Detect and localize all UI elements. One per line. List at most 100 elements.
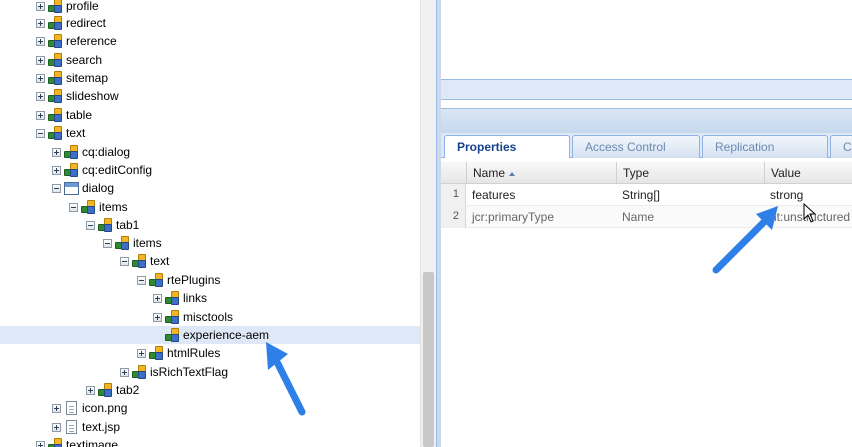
tree-node[interactable]: experience-aem (0, 326, 420, 344)
collapse-icon[interactable] (52, 183, 61, 193)
tree-node-label: text (150, 254, 170, 268)
tree-node-label: text (66, 126, 86, 140)
tree-node[interactable]: profile (36, 0, 99, 15)
expand-icon[interactable] (36, 91, 45, 101)
tree-node[interactable]: items (103, 234, 162, 252)
collapse-icon[interactable] (120, 256, 129, 266)
tree-node[interactable]: tab2 (86, 381, 139, 399)
expand-icon[interactable] (153, 293, 162, 303)
expand-icon[interactable] (36, 55, 45, 65)
tree-node[interactable]: slideshow (36, 87, 119, 105)
tree-node[interactable]: tab1 (86, 216, 139, 234)
tree-node-label: cq:editConfig (82, 163, 153, 177)
expand-icon[interactable] (36, 36, 45, 46)
tree-node[interactable]: misctools (153, 308, 233, 326)
node-icon (48, 438, 63, 447)
column-header-type[interactable]: Type (616, 162, 764, 184)
tree-node[interactable]: search (36, 51, 102, 69)
column-header-name[interactable]: Name (466, 162, 616, 184)
tree-scrollbar-thumb[interactable] (423, 272, 434, 447)
tree-node[interactable]: links (153, 289, 207, 307)
tree-node[interactable]: text (36, 124, 85, 142)
tree-node[interactable]: isRichTextFlag (120, 363, 228, 381)
tree-node-label: search (66, 53, 103, 67)
node-icon (64, 145, 79, 159)
node-icon (98, 218, 113, 232)
node-icon (48, 108, 63, 122)
expand-icon[interactable] (153, 312, 162, 322)
expand-icon[interactable] (86, 385, 95, 395)
expand-icon[interactable] (52, 422, 61, 432)
tree-node[interactable]: redirect (36, 14, 106, 32)
tree-node[interactable]: text (120, 252, 169, 270)
tree-node-label: table (66, 108, 93, 122)
node-icon (132, 365, 147, 379)
tab-more[interactable]: Co (830, 135, 852, 158)
node-icon (165, 310, 180, 324)
table-row[interactable]: 1 features String[] strong (441, 184, 852, 206)
repository-tree: profile redirect reference search sitemap sli… (0, 0, 436, 447)
collapse-icon[interactable] (86, 220, 95, 230)
expand-icon[interactable] (36, 110, 45, 120)
tree-node[interactable]: cq:editConfig (52, 161, 152, 179)
tree-node[interactable]: textimage (36, 436, 118, 447)
tree-scrollbar[interactable] (420, 0, 436, 447)
tree-node[interactable]: reference (36, 32, 117, 50)
properties-panel-header[interactable] (441, 108, 852, 133)
properties-tab-strip: Properties Access Control Replication Co (441, 133, 852, 159)
tree-node[interactable]: cq:dialog (52, 143, 130, 161)
collapse-icon[interactable] (69, 202, 78, 212)
expand-icon[interactable] (52, 147, 61, 157)
tree-node[interactable]: table (36, 106, 92, 124)
property-type-cell[interactable]: String[] (616, 184, 764, 206)
column-header-name-label: Name (473, 166, 506, 180)
property-value-cell[interactable]: strong (764, 184, 852, 206)
tab-replication[interactable]: Replication (702, 135, 828, 158)
tree-node-label: experience-aem (183, 328, 270, 342)
tree-node-label: slideshow (66, 89, 119, 103)
tree-node-label: tab1 (116, 218, 140, 232)
tab-properties[interactable]: Properties (444, 135, 570, 159)
expand-icon[interactable] (120, 367, 129, 377)
expand-icon[interactable] (36, 440, 45, 447)
expand-icon[interactable] (52, 165, 61, 175)
expand-icon[interactable] (36, 18, 45, 28)
table-row[interactable]: 2 jcr:primaryType Name nt:unstructured (441, 206, 852, 228)
node-icon (98, 383, 113, 397)
tree-node-label: rtePlugins (167, 273, 221, 287)
collapse-icon[interactable] (103, 238, 112, 248)
tree-node[interactable]: rtePlugins (137, 271, 220, 289)
expand-icon[interactable] (137, 348, 146, 358)
tree-node-label: links (183, 291, 208, 305)
tree-node-label: cq:dialog (82, 145, 131, 159)
tree-node-label: dialog (82, 181, 115, 195)
row-number: 1 (441, 184, 466, 206)
file-icon (66, 401, 77, 415)
panel-gap (441, 100, 852, 108)
expand-icon[interactable] (36, 1, 45, 11)
property-name-cell[interactable]: jcr:primaryType (466, 206, 616, 228)
dialog-icon (64, 181, 79, 195)
column-header-value[interactable]: Value (764, 162, 852, 184)
tree-node[interactable]: sitemap (36, 69, 108, 87)
tree-node[interactable]: items (69, 198, 128, 216)
node-icon (149, 273, 164, 287)
expand-icon[interactable] (36, 73, 45, 83)
tree-node[interactable]: icon.png (52, 399, 127, 417)
expand-icon[interactable] (52, 403, 61, 413)
node-icon (48, 0, 63, 13)
collapse-icon[interactable] (137, 275, 146, 285)
collapse-icon[interactable] (36, 128, 45, 138)
tree-node[interactable]: htmlRules (137, 344, 220, 362)
tab-access-control[interactable]: Access Control (572, 135, 700, 158)
editor-status-bar (441, 80, 852, 100)
property-type-cell[interactable]: Name (616, 206, 764, 228)
property-name-cell[interactable]: features (466, 184, 616, 206)
property-value-cell[interactable]: nt:unstructured (764, 206, 852, 228)
tree-node[interactable]: text.jsp (52, 418, 120, 436)
tree-node-label: items (133, 236, 162, 250)
tree-node-label: items (99, 200, 128, 214)
node-icon (48, 34, 63, 48)
node-icon (48, 71, 63, 85)
tree-node[interactable]: dialog (52, 179, 114, 197)
